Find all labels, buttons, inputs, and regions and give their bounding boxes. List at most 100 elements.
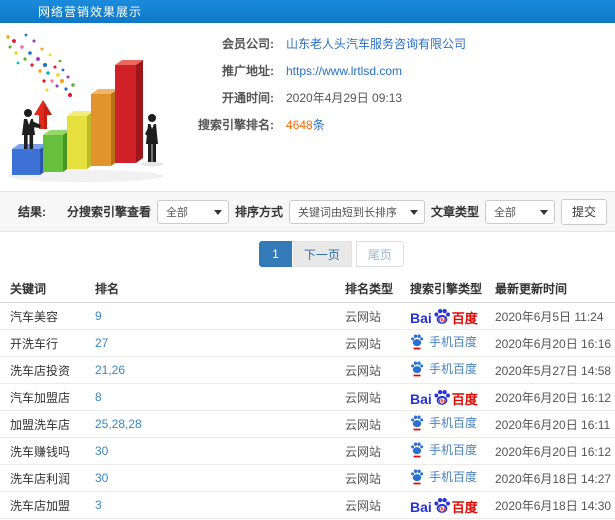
mobile-baidu-paw-icon bbox=[411, 442, 424, 458]
rank-cell: 8 bbox=[95, 383, 345, 411]
rank-cell: 27 bbox=[95, 329, 345, 357]
mobile-baidu-logo: 手机百度 bbox=[410, 414, 477, 431]
rank-type-cell: 云网站 bbox=[345, 329, 410, 357]
rank-cell: 9 bbox=[95, 302, 345, 330]
engine-type-cell: 手机百度 bbox=[410, 437, 495, 465]
keyword-cell: 汽车美容 bbox=[0, 302, 95, 330]
svg-text:du: du bbox=[439, 398, 445, 404]
svg-text:du: du bbox=[439, 317, 445, 323]
mobile-baidu-label: 手机百度 bbox=[429, 443, 478, 457]
mobile-baidu-paw-icon bbox=[411, 415, 424, 431]
mobile-baidu-logo: 手机百度 bbox=[410, 441, 477, 458]
engine-type-cell: 手机百度 bbox=[410, 410, 495, 438]
update-time-cell: 2020年6月20日 16:12 bbox=[495, 437, 615, 465]
rank-cell: 21,26 bbox=[95, 356, 345, 384]
mobile-baidu-paw-icon bbox=[411, 334, 424, 350]
table-row: 洗车店投资 21,26 云网站 手机百度 2020年5月27日 14:58 bbox=[0, 356, 615, 384]
engine-type-cell: 手机百度 bbox=[410, 464, 495, 492]
update-time-cell: 2020年5月27日 14:58 bbox=[495, 356, 615, 384]
update-time-cell: 2020年6月20日 16:16 bbox=[495, 329, 615, 357]
table-row: 汽车美容 9 云网站 Bai du 百度 2020年6月5日 11:24 bbox=[0, 302, 615, 330]
baidu-paw-icon: du bbox=[434, 308, 450, 324]
keyword-cell: 洗车赚钱吗 bbox=[0, 437, 95, 465]
mobile-baidu-label: 手机百度 bbox=[429, 335, 478, 349]
bar-orange bbox=[91, 89, 118, 166]
keyword-cell: 开洗车行 bbox=[0, 329, 95, 357]
rank-type-cell: 云网站 bbox=[345, 464, 410, 492]
sort-filter-value: 关键词由短到长排序 bbox=[297, 206, 397, 219]
engine-rank-unit: 条 bbox=[312, 118, 325, 132]
header-engine-type: 搜索引擎类型 bbox=[410, 275, 495, 303]
engine-filter-value: 全部 bbox=[165, 206, 188, 219]
last-page-button[interactable]: 尾页 bbox=[355, 241, 404, 267]
article-type-value: 全部 bbox=[493, 206, 516, 219]
engine-filter-select[interactable]: 全部 bbox=[156, 199, 229, 224]
update-time-cell: 2020年6月18日 14:27 bbox=[495, 464, 615, 492]
article-type-select[interactable]: 全部 bbox=[484, 199, 555, 224]
mobile-baidu-logo: 手机百度 bbox=[410, 468, 477, 485]
keyword-cell: 汽车加盟店 bbox=[0, 383, 95, 411]
table-body: 汽车美容 9 云网站 Bai du 百度 2020年6月5日 11:24 开洗车… bbox=[0, 302, 615, 519]
chevron-down-icon bbox=[409, 209, 418, 215]
rank-cell: 3 bbox=[95, 491, 345, 519]
table-row: 洗车店利润 30 云网站 手机百度 2020年6月18日 14:27 bbox=[0, 464, 615, 492]
confetti-dots bbox=[6, 33, 75, 97]
header-rank: 排名 bbox=[95, 275, 345, 303]
article-type-label: 文章类型 bbox=[430, 205, 479, 219]
baidu-logo: Bai du 百度 bbox=[410, 496, 478, 514]
engine-type-cell: Bai du 百度 bbox=[410, 302, 495, 330]
header-rank-type: 排名类型 bbox=[345, 275, 410, 303]
baidu-paw-icon: du bbox=[434, 497, 450, 513]
page-header: 网络营销效果展示 bbox=[0, 0, 615, 23]
member-company-label: 会员公司: bbox=[222, 37, 274, 51]
keyword-cell: 洗车店加盟 bbox=[0, 491, 95, 519]
header-keyword: 关键词 bbox=[0, 275, 95, 303]
page-number-current[interactable]: 1 bbox=[259, 241, 292, 267]
pagination: 1 下一页 尾页 bbox=[0, 241, 615, 267]
mobile-baidu-logo: 手机百度 bbox=[410, 360, 477, 377]
submit-button[interactable]: 提交 bbox=[560, 198, 607, 225]
engine-type-cell: 手机百度 bbox=[410, 356, 495, 384]
rank-type-cell: 云网站 bbox=[345, 491, 410, 519]
next-page-button[interactable]: 下一页 bbox=[291, 241, 352, 267]
baidu-paw-icon: du bbox=[434, 389, 450, 405]
promo-url-label: 推广地址: bbox=[222, 64, 274, 78]
promo-url-row: 推广地址: https://www.lrtlsd.com bbox=[182, 64, 466, 79]
rank-type-cell: 云网站 bbox=[345, 302, 410, 330]
engine-rank-label: 搜索引擎排名: bbox=[198, 118, 274, 132]
update-time-cell: 2020年6月20日 16:11 bbox=[495, 410, 615, 438]
update-time-cell: 2020年6月18日 14:30 bbox=[495, 491, 615, 519]
member-info-panel: 会员公司: 山东老人头汽车服务咨询有限公司 推广地址: https://www.lr… bbox=[182, 23, 466, 191]
update-time-cell: 2020年6月5日 11:24 bbox=[495, 302, 615, 330]
keyword-cell: 洗车店利润 bbox=[0, 464, 95, 492]
sort-filter-select[interactable]: 关键词由短到长排序 bbox=[288, 199, 425, 224]
bar-green bbox=[43, 130, 70, 172]
engine-type-cell: 手机百度 bbox=[410, 329, 495, 357]
mobile-baidu-label: 手机百度 bbox=[429, 470, 478, 484]
mobile-baidu-logo: 手机百度 bbox=[410, 333, 477, 350]
update-time-cell: 2020年6月20日 16:12 bbox=[495, 383, 615, 411]
mobile-baidu-paw-icon bbox=[411, 469, 424, 485]
rank-type-cell: 云网站 bbox=[345, 356, 410, 384]
rank-type-cell: 云网站 bbox=[345, 437, 410, 465]
member-company-row: 会员公司: 山东老人头汽车服务咨询有限公司 bbox=[182, 37, 466, 52]
baidu-logo: Bai du 百度 bbox=[410, 388, 478, 406]
filter-bar: 结果: 分搜索引擎查看 全部 排序方式 关键词由短到长排序 文章类型 全部 提交 bbox=[0, 191, 615, 232]
promo-url-link[interactable]: https://www.lrtlsd.com bbox=[286, 64, 402, 78]
engine-filter-label: 分搜索引擎查看 bbox=[66, 205, 151, 219]
sort-filter-label: 排序方式 bbox=[234, 205, 283, 219]
table-row: 开洗车行 27 云网站 手机百度 2020年6月20日 16:16 bbox=[0, 329, 615, 357]
engine-rank-count: 4648 bbox=[286, 118, 313, 132]
svg-text:du: du bbox=[439, 506, 445, 512]
member-company-link[interactable]: 山东老人头汽车服务咨询有限公司 bbox=[286, 37, 466, 51]
table-row: 加盟洗车店 25,28,28 云网站 手机百度 2020年6月20日 16:11 bbox=[0, 410, 615, 438]
page-title: 网络营销效果展示 bbox=[38, 5, 143, 19]
keyword-cell: 加盟洗车店 bbox=[0, 410, 95, 438]
table-row: 洗车赚钱吗 30 云网站 手机百度 2020年6月20日 16:12 bbox=[0, 437, 615, 465]
mobile-baidu-label: 手机百度 bbox=[429, 362, 478, 376]
open-time-row: 开通时间: 2020年4月29日 09:13 bbox=[182, 91, 466, 106]
bar-red bbox=[115, 60, 143, 163]
chevron-down-icon bbox=[213, 209, 222, 215]
filter-controls: 分搜索引擎查看 全部 排序方式 关键词由短到长排序 文章类型 全部 提交 bbox=[66, 198, 607, 225]
rank-type-cell: 云网站 bbox=[345, 410, 410, 438]
